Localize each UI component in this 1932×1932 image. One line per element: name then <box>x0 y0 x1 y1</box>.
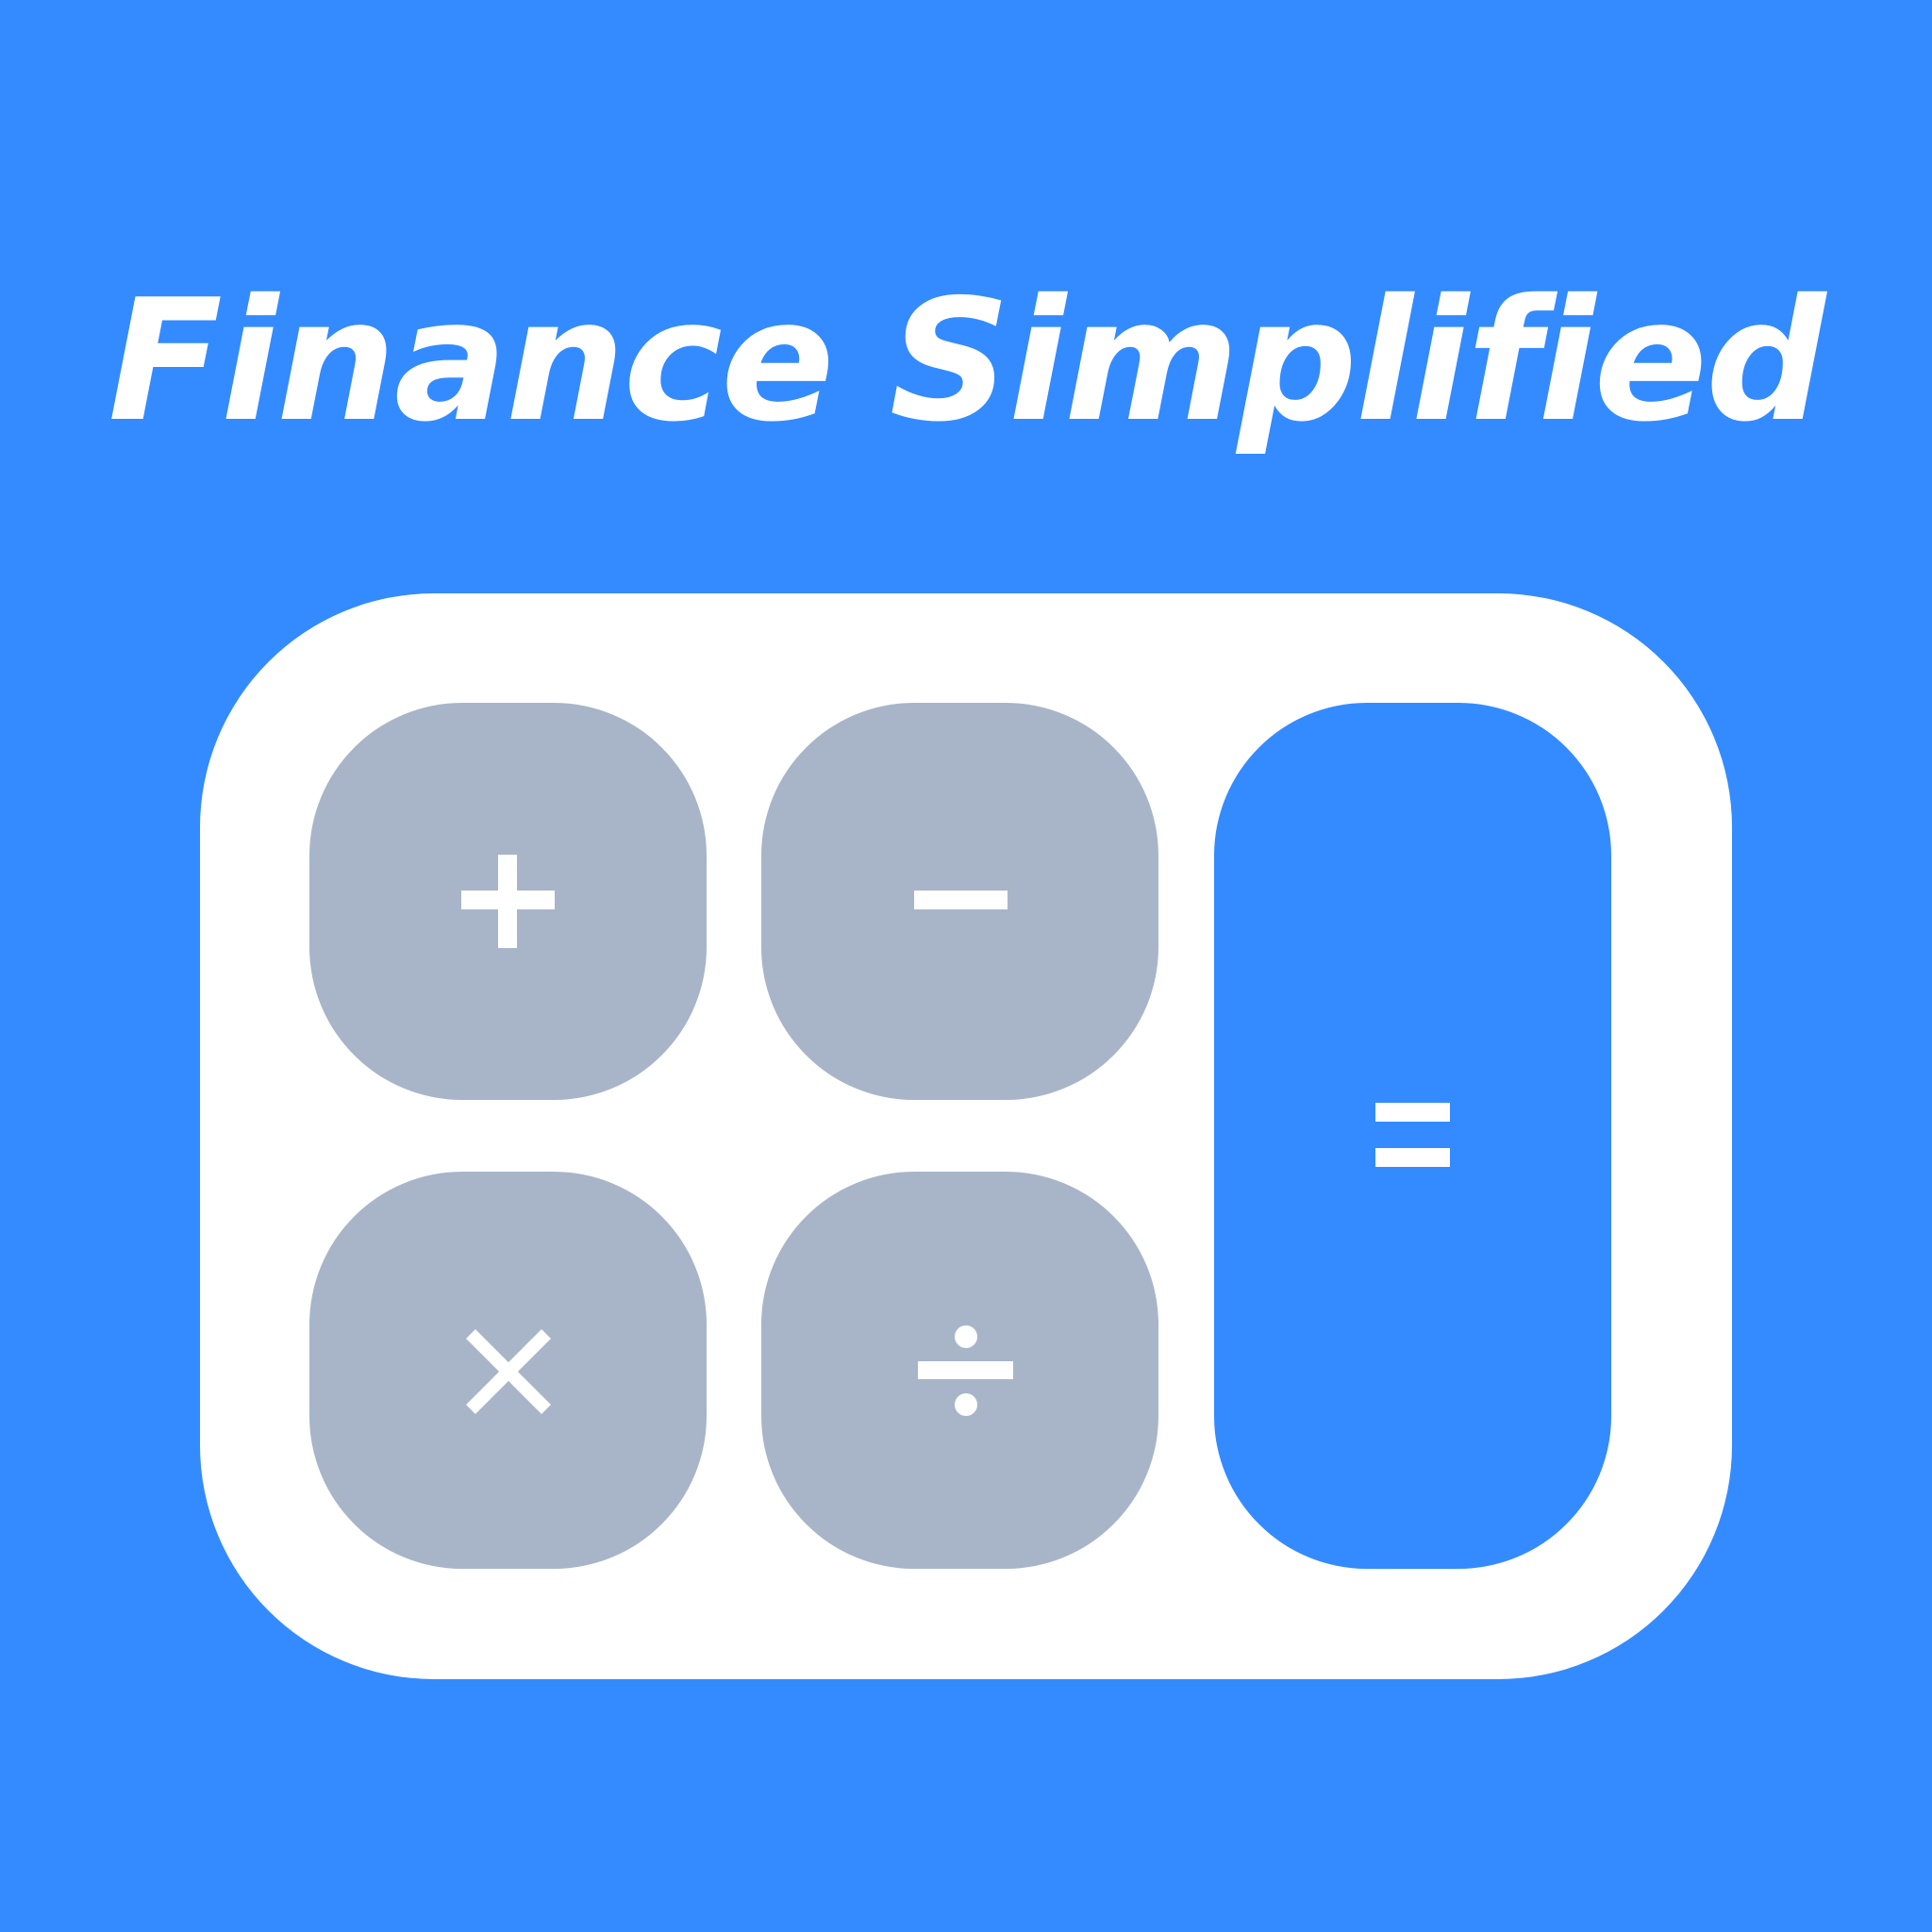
equals-key[interactable] <box>1214 703 1611 1569</box>
minus-icon <box>914 891 1008 909</box>
minus-key[interactable] <box>761 703 1158 1100</box>
app-title: Finance Simplified <box>108 263 1825 458</box>
divide-key[interactable] <box>761 1172 1158 1569</box>
divide-icon <box>918 1325 1013 1416</box>
multiply-icon <box>466 1329 551 1414</box>
plus-key[interactable] <box>309 703 707 1100</box>
multiply-key[interactable] <box>309 1172 707 1569</box>
equals-icon <box>1375 1103 1450 1167</box>
plus-icon <box>461 855 555 948</box>
